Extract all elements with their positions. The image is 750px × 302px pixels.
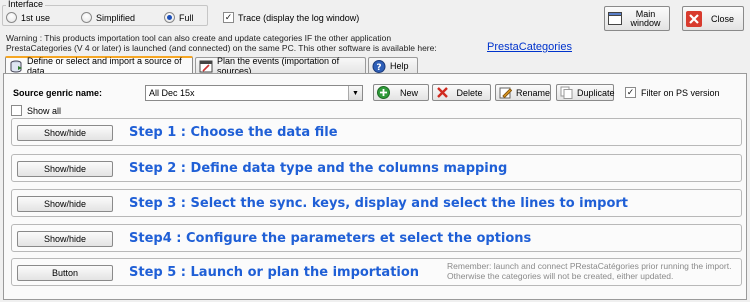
radio-full-circle[interactable] [164,12,175,23]
main-window-button[interactable]: Main window [604,6,670,31]
delete-label: Delete [456,87,483,98]
step-4-title: Step4 : Configure the parameters et sele… [129,231,532,246]
new-button[interactable]: New [373,84,429,101]
step-5-launch-button[interactable]: Button [17,265,113,281]
rename-button[interactable]: Rename [495,84,551,101]
step-3-toggle-button[interactable]: Show/hide [17,196,113,212]
radio-simplified-label: Simplified [96,12,136,23]
step-3-section: Show/hide Step 3 : Select the sync. keys… [11,189,742,217]
new-label: New [399,87,418,98]
delete-button[interactable]: Delete [432,84,491,101]
filter-ps-checkbox[interactable]: ✓ [625,87,636,98]
database-import-icon [9,60,23,73]
radio-simplified[interactable]: Simplified [81,12,135,23]
step-2-section: Show/hide Step 2 : Define data type and … [11,154,742,182]
show-all-checkbox[interactable] [11,105,22,116]
filter-ps-row[interactable]: ✓ Filter on PS version [625,87,720,98]
filter-ps-label: Filter on PS version [641,87,720,98]
step-5-title: Step 5 : Launch or plan the importation [129,265,420,280]
warning-text: Warning : This products importation tool… [6,33,437,53]
duplicate-label: Duplicate [577,87,615,98]
close-icon [686,10,702,27]
radio-full[interactable]: Full [164,12,194,23]
trace-checkbox[interactable]: ✓ [223,12,234,23]
rename-icon [499,86,512,99]
source-select[interactable]: All Dec 15x ▼ [145,85,363,101]
radio-first-use-circle[interactable] [6,12,17,23]
step-5-note: Remember: launch and connect PRestaCatég… [447,261,732,281]
calendar-plan-icon [199,60,213,73]
svg-text:?: ? [376,63,381,73]
show-all-label: Show all [27,105,62,116]
step-2-toggle-button[interactable]: Show/hide [17,161,113,177]
close-label: Close [710,13,734,24]
close-button[interactable]: Close [682,6,744,31]
step-1-section: Show/hide Step 1 : Choose the data file [11,118,742,146]
interface-legend: Interface [6,0,46,9]
trace-label: Trace (display the log window) [238,12,360,23]
step-1-title: Step 1 : Choose the data file [129,125,338,140]
radio-first-use-label: 1st use [21,12,51,23]
radio-first-use[interactable]: 1st use [6,12,50,23]
radio-full-label: Full [179,12,194,23]
rename-label: Rename [516,87,551,98]
duplicate-icon [560,86,573,99]
step-5-section: Button Step 5 : Launch or plan the impor… [11,258,742,286]
show-all-row[interactable]: Show all [11,105,61,116]
step-4-toggle-button[interactable]: Show/hide [17,231,113,247]
main-window-label: Main window [630,8,661,28]
trace-checkbox-row[interactable]: ✓ Trace (display the log window) [223,12,359,23]
step-2-title: Step 2 : Define data type and the column… [129,161,508,176]
help-icon: ? [372,59,386,73]
step-1-toggle-button[interactable]: Show/hide [17,125,113,141]
step-4-section: Show/hide Step4 : Configure the paramete… [11,224,742,252]
duplicate-button[interactable]: Duplicate [556,84,615,101]
radio-simplified-circle[interactable] [81,12,92,23]
delete-icon [436,86,449,99]
step-3-title: Step 3 : Select the sync. keys, display … [129,196,629,211]
source-select-value: All Dec 15x [149,88,195,98]
window-icon [608,12,622,26]
tab-help[interactable]: ? Help [368,57,418,74]
add-icon [377,86,390,99]
source-name-label: Source genric name: [13,88,103,98]
tab-help-label: Help [390,61,409,71]
prestacategories-link[interactable]: PrestaCategories [487,41,572,53]
chevron-down-icon[interactable]: ▼ [348,86,362,100]
tab-plan-events[interactable]: Plan the events (importation of sources) [195,56,366,76]
tab-define-source[interactable]: Define or select and import a source of … [5,56,193,76]
